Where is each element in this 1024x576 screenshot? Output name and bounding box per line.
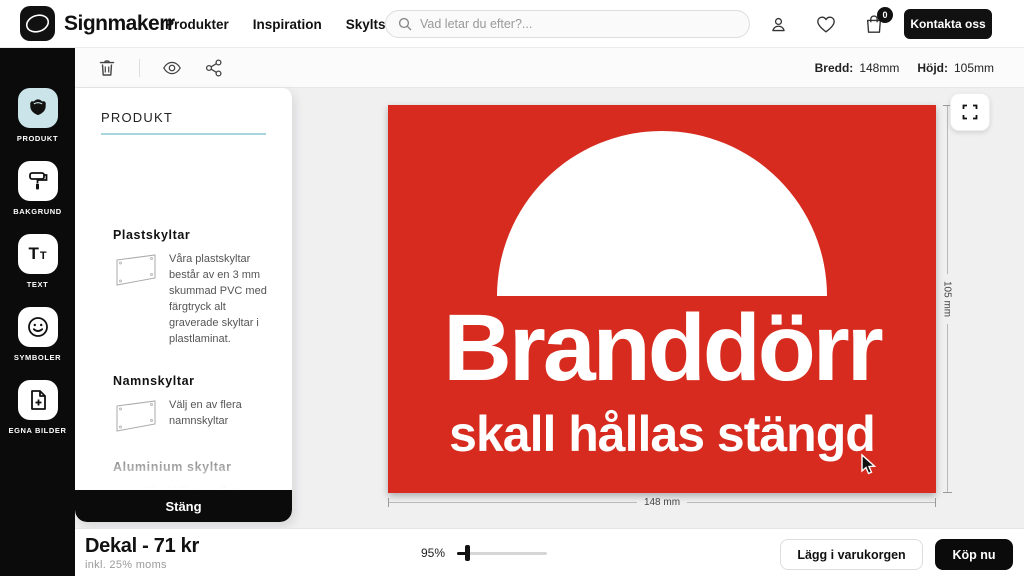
- sign-thumbnail-icon: [113, 398, 159, 434]
- vat-note: inkl. 25% moms: [85, 559, 199, 571]
- panel-title-underline: [101, 133, 266, 135]
- sign-badge-icon: [25, 95, 51, 121]
- sign-thumbnail-icon: [113, 252, 159, 288]
- add-to-cart-button[interactable]: Lägg i varukorgen: [780, 539, 923, 570]
- sidebar-item-label: PRODUKT: [17, 134, 58, 143]
- brand-name: Signmakerr: [64, 12, 175, 36]
- toolbar-divider: [139, 59, 140, 77]
- height-label: Höjd:: [917, 61, 948, 75]
- width-dimension-line: 148 mm: [388, 496, 936, 508]
- nav-link-inspiration[interactable]: Inspiration: [253, 17, 322, 32]
- paint-roller-icon: [26, 169, 50, 193]
- price-block: Dekal - 71 kr inkl. 25% moms: [85, 535, 199, 571]
- product-panel: PRODUKT Plastskyltar Våra plastskyltar b…: [75, 88, 292, 522]
- product-item-title: Namnskyltar: [113, 374, 270, 388]
- sign-text-line2[interactable]: skall hållas stängd: [388, 408, 936, 460]
- zoom-control: 95%: [421, 529, 547, 576]
- list-item-aluminium-skyltar[interactable]: Aluminium skyltar Välj en av flera alumi…: [75, 460, 292, 490]
- sign-dome-graphic: [497, 131, 827, 296]
- product-item-description: Våra plastskyltar består av en 3 mm skum…: [169, 252, 270, 348]
- tool-sidebar: PRODUKT BAKGRUND T T TEXT: [0, 48, 75, 576]
- product-item-description: Välj en av flera namnskyltar: [169, 398, 270, 434]
- produkt-tool-button[interactable]: [18, 88, 58, 128]
- editor-toolbar: Bredd: 148mm Höjd: 105mm: [75, 48, 1024, 88]
- image-upload-icon: [26, 388, 50, 412]
- zoom-level-label: 95%: [421, 546, 445, 560]
- sidebar-item-bakgrund[interactable]: BAKGRUND: [0, 161, 75, 216]
- sidebar-item-egna-bilder[interactable]: EGNA BILDER: [0, 380, 75, 435]
- sidebar-item-produkt[interactable]: PRODUKT: [0, 88, 75, 143]
- sidebar-item-symboler[interactable]: SYMBOLER: [0, 307, 75, 362]
- zoom-slider-track[interactable]: [457, 552, 547, 555]
- brand-logo[interactable]: Signmakerr: [20, 6, 175, 41]
- zoom-slider[interactable]: [457, 545, 547, 561]
- panel-title: PRODUKT: [101, 110, 266, 125]
- symboler-tool-button[interactable]: [18, 307, 58, 347]
- fullscreen-button[interactable]: [950, 93, 990, 131]
- top-navbar: Signmakerr Produkter Inspiration Skyltst…: [0, 0, 1024, 48]
- nav-icon-group: 0: [767, 0, 885, 48]
- product-price: Dekal - 71 kr: [85, 535, 199, 558]
- search-input[interactable]: [420, 17, 737, 31]
- text-icon: T T: [28, 244, 46, 264]
- search-icon: [398, 17, 412, 31]
- sign-artboard[interactable]: Branddörr skall hållas stängd: [388, 105, 936, 493]
- width-dimension-label: 148 mm: [637, 497, 687, 508]
- fullscreen-expand-icon: [962, 104, 978, 120]
- sidebar-item-label: BAKGRUND: [13, 207, 62, 216]
- width-value: 148mm: [859, 61, 899, 75]
- zoom-slider-handle[interactable]: [465, 545, 470, 561]
- cart-count-badge: 0: [877, 7, 893, 23]
- mouse-cursor-icon: [858, 453, 880, 477]
- bottom-bar: Dekal - 71 kr inkl. 25% moms 95% Lägg i …: [75, 528, 1024, 576]
- product-list: Plastskyltar Våra plastskyltar består av…: [75, 228, 292, 490]
- buy-now-button[interactable]: Köp nu: [935, 539, 1013, 570]
- egna-bilder-tool-button[interactable]: [18, 380, 58, 420]
- preview-eye-icon[interactable]: [162, 58, 182, 78]
- product-item-title: Aluminium skyltar: [113, 460, 270, 474]
- sign-dimensions: Bredd: 148mm Höjd: 105mm: [815, 48, 1006, 88]
- nav-link-produkter[interactable]: Produkter: [165, 17, 229, 32]
- cart-icon[interactable]: 0: [863, 13, 885, 35]
- list-item-plastskyltar[interactable]: Plastskyltar Våra plastskyltar består av…: [75, 228, 292, 348]
- bakgrund-tool-button[interactable]: [18, 161, 58, 201]
- product-item-title: Plastskyltar: [113, 228, 270, 242]
- sidebar-item-text[interactable]: T T TEXT: [0, 234, 75, 289]
- search-bar[interactable]: [385, 10, 750, 38]
- sidebar-item-label: TEXT: [27, 280, 49, 289]
- sidebar-item-label: EGNA BILDER: [9, 426, 67, 435]
- logo-icon: [20, 6, 55, 41]
- smiley-icon: [26, 315, 50, 339]
- sign-text-line1[interactable]: Branddörr: [388, 301, 936, 396]
- list-item-namnskyltar[interactable]: Namnskyltar Välj en av flera namnskyltar: [75, 374, 292, 434]
- height-value: 105mm: [954, 61, 994, 75]
- width-label: Bredd:: [815, 61, 854, 75]
- text-tool-button[interactable]: T T: [18, 234, 58, 274]
- height-dimension-line: 105 mm: [941, 105, 953, 493]
- contact-button[interactable]: Kontakta oss: [904, 9, 992, 39]
- favorites-heart-icon[interactable]: [815, 13, 837, 35]
- close-panel-button[interactable]: Stäng: [75, 490, 292, 522]
- sidebar-item-label: SYMBOLER: [14, 353, 61, 362]
- share-icon[interactable]: [204, 58, 224, 78]
- delete-trash-icon[interactable]: [97, 58, 117, 78]
- account-icon[interactable]: [767, 13, 789, 35]
- height-dimension-label: 105 mm: [942, 274, 953, 324]
